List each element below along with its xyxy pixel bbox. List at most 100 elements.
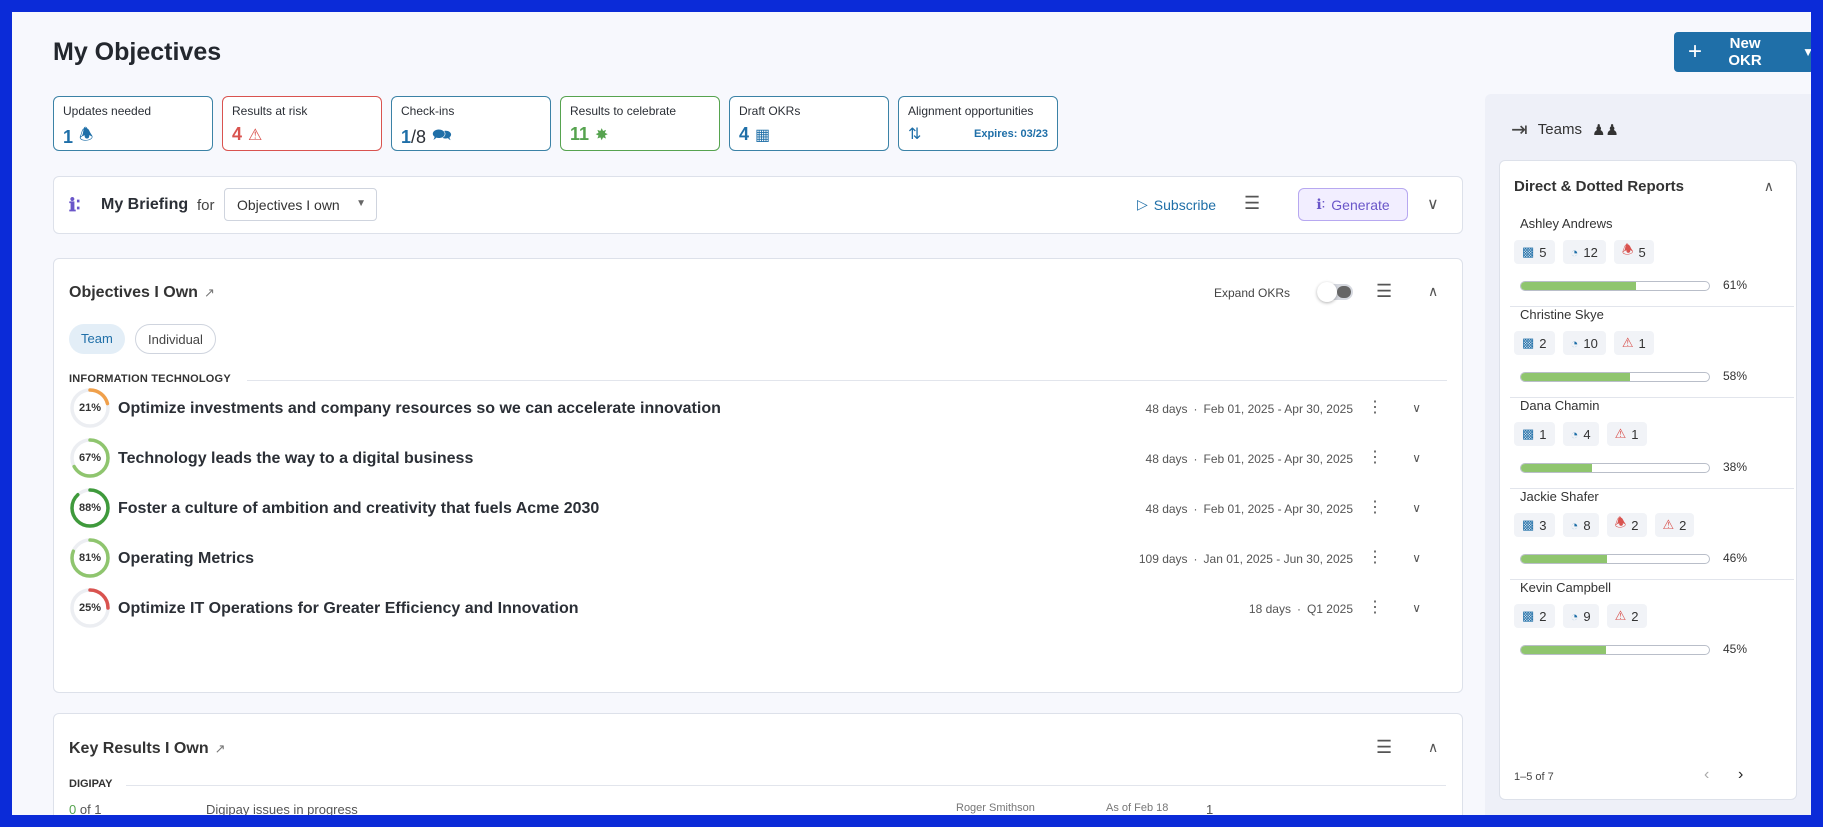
- date-range: Jan 01, 2025 - Jun 30, 2025: [1203, 552, 1353, 566]
- key-results-chip[interactable]: ◔ 12: [1562, 240, 1606, 264]
- settings-sliders-icon[interactable]: ☰: [1376, 281, 1392, 302]
- progress-bar: [1520, 281, 1710, 291]
- more-options-icon[interactable]: ⋮: [1367, 397, 1383, 417]
- external-link-icon[interactable]: ↗: [215, 741, 226, 757]
- chevron-up-icon[interactable]: ∧: [1764, 178, 1774, 195]
- report-person[interactable]: Ashley Andrews ▩ 5 ◔ 12 🕭 5 61%: [1510, 216, 1794, 307]
- objective-name[interactable]: Operating Metrics: [118, 550, 254, 568]
- person-name[interactable]: Jackie Shafer: [1520, 489, 1599, 504]
- separator-dot: ·: [1193, 452, 1198, 466]
- objectives-card: Objectives I Own ↗ Expand OKRs ☰ ∧ Team …: [53, 258, 1463, 693]
- objective-name[interactable]: Optimize IT Operations for Greater Effic…: [118, 600, 579, 618]
- objective-row[interactable]: 81% Operating Metrics 109 days · Jan 01, 202…: [69, 537, 1449, 581]
- report-person[interactable]: Kevin Campbell ▩ 2 ◔ 9 ⚠ 2 45%: [1514, 580, 1784, 671]
- objectives-chip[interactable]: ▩ 5: [1514, 240, 1555, 264]
- generate-label: Generate: [1331, 196, 1390, 213]
- group-label: DIGIPAY: [69, 778, 113, 790]
- kr-name[interactable]: Digipay issues in progress: [206, 802, 358, 815]
- stat-value: 1: [63, 127, 74, 147]
- person-name[interactable]: Christine Skye: [1520, 307, 1604, 322]
- progress-fill: [1521, 646, 1606, 654]
- chevron-down-icon[interactable]: ∨: [1427, 194, 1439, 214]
- chevron-up-icon[interactable]: ∧: [1428, 283, 1438, 300]
- teams-panel: ⇥ Teams ♟♟ Direct & Dotted Reports ∧ Ash…: [1485, 94, 1811, 815]
- pie-chart-icon: ◔: [1570, 517, 1579, 533]
- external-link-icon[interactable]: ↗: [204, 285, 215, 301]
- progress-bar: [1520, 554, 1710, 564]
- objective-row[interactable]: 67% Technology leads the way to a digital…: [69, 437, 1449, 481]
- stat-results-at-risk[interactable]: Results at risk 4 ⚠: [222, 96, 382, 151]
- objective-name[interactable]: Foster a culture of ambition and creativ…: [118, 500, 599, 518]
- chevron-left-icon[interactable]: ‹: [1704, 766, 1709, 784]
- objective-row[interactable]: 25% Optimize IT Operations for Greater Ef…: [69, 587, 1449, 631]
- report-person[interactable]: Jackie Shafer ▩ 3 ◔ 8 🕭 2 ⚠ 2 46%: [1510, 489, 1794, 580]
- collapse-panel-icon[interactable]: ⇥: [1511, 117, 1528, 142]
- objectives-count: 1: [1539, 426, 1547, 442]
- objective-row[interactable]: 21% Optimize investments and company reso…: [69, 387, 1449, 431]
- teams-header[interactable]: ⇥ Teams ♟♟: [1511, 117, 1619, 142]
- stat-results-to-celebrate[interactable]: Results to celebrate 11 ✸: [560, 96, 720, 151]
- teams-title: Teams: [1537, 121, 1582, 138]
- stat-draft-okrs[interactable]: Draft OKRs 4 ▦: [729, 96, 889, 151]
- stat-alignment-opportunities[interactable]: Alignment opportunities ⇅ Expires: 03/23: [898, 96, 1058, 151]
- risks-chip[interactable]: ⚠ 1: [1613, 331, 1654, 355]
- objective-row[interactable]: 88% Foster a culture of ambition and crea…: [69, 487, 1449, 531]
- tab-team[interactable]: Team: [69, 324, 125, 354]
- stat-updates-needed[interactable]: Updates needed 1 🕭: [53, 96, 213, 151]
- stat-check-ins[interactable]: Check-ins 1/8 🗪: [391, 96, 551, 151]
- objectives-chip[interactable]: ▩ 2: [1514, 604, 1555, 628]
- stat-value: 4: [232, 124, 243, 144]
- more-options-icon[interactable]: ⋮: [1367, 597, 1383, 617]
- chevron-down-icon[interactable]: ∨: [1412, 551, 1421, 565]
- progress-label: 81%: [78, 552, 102, 564]
- expand-okrs-toggle[interactable]: [1317, 282, 1353, 302]
- chevron-down-icon[interactable]: ∨: [1412, 451, 1421, 465]
- more-options-icon[interactable]: ⋮: [1367, 447, 1383, 467]
- objectives-chip[interactable]: ▩ 3: [1514, 513, 1555, 537]
- key-results-chip[interactable]: ◔ 9: [1562, 604, 1599, 628]
- key-results-chip[interactable]: ◔ 10: [1562, 331, 1606, 355]
- chevron-down-icon[interactable]: ▼: [1802, 45, 1811, 59]
- person-name[interactable]: Dana Chamin: [1520, 398, 1600, 413]
- chevron-down-icon[interactable]: ∨: [1412, 501, 1421, 515]
- risks-chip[interactable]: ⚠ 2: [1654, 513, 1695, 537]
- report-person[interactable]: Christine Skye ▩ 2 ◔ 10 ⚠ 1 58%: [1510, 307, 1794, 398]
- objectives-chip[interactable]: ▩ 1: [1514, 422, 1555, 446]
- key-results-chip[interactable]: ◔ 8: [1562, 513, 1599, 537]
- objective-name[interactable]: Optimize investments and company resourc…: [118, 400, 721, 418]
- chevron-down-icon[interactable]: ∨: [1412, 401, 1421, 415]
- progress-bar: [1520, 645, 1710, 655]
- risks-chip[interactable]: ⚠ 2: [1606, 604, 1647, 628]
- tab-individual[interactable]: Individual: [135, 324, 216, 354]
- progress-ring: 21%: [69, 387, 111, 429]
- separator-dot: ·: [1193, 552, 1198, 566]
- person-name[interactable]: Kevin Campbell: [1520, 580, 1611, 595]
- person-name[interactable]: Ashley Andrews: [1520, 216, 1613, 231]
- more-options-icon[interactable]: ⋮: [1367, 497, 1383, 517]
- settings-sliders-icon[interactable]: ☰: [1376, 737, 1392, 758]
- stat-total: /8: [411, 127, 427, 147]
- bar-chart-icon: ▩: [1522, 335, 1535, 350]
- settings-sliders-icon[interactable]: ☰: [1244, 193, 1260, 214]
- risks-chip[interactable]: ⚠ 1: [1606, 422, 1647, 446]
- new-okr-button[interactable]: + New OKR ▼: [1674, 32, 1811, 72]
- section-title[interactable]: Key Results I Own ↗: [69, 740, 226, 758]
- alerts-chip[interactable]: 🕭 2: [1606, 513, 1647, 537]
- days-left: 18 days: [1248, 602, 1291, 616]
- more-options-icon[interactable]: ⋮: [1367, 547, 1383, 567]
- generate-button[interactable]: ℹ∶ Generate: [1298, 188, 1408, 221]
- briefing-scope-select[interactable]: Objectives I own ▼: [224, 188, 377, 221]
- chevron-up-icon[interactable]: ∧: [1428, 739, 1438, 756]
- chevron-right-icon[interactable]: ›: [1738, 766, 1743, 784]
- days-left: 48 days: [1145, 402, 1188, 416]
- alerts-chip[interactable]: 🕭 5: [1613, 240, 1654, 264]
- objective-name[interactable]: Technology leads the way to a digital bu…: [118, 450, 473, 468]
- objectives-chip[interactable]: ▩ 2: [1514, 331, 1555, 355]
- risks-count: 2: [1631, 608, 1639, 624]
- key-results-chip[interactable]: ◔ 4: [1562, 422, 1599, 446]
- section-title[interactable]: Objectives I Own ↗: [69, 284, 215, 302]
- chevron-down-icon[interactable]: ∨: [1412, 601, 1421, 615]
- report-person[interactable]: Dana Chamin ▩ 1 ◔ 4 ⚠ 1 38%: [1510, 398, 1794, 489]
- subscribe-button[interactable]: ▷ Subscribe: [1137, 196, 1216, 213]
- stat-label: Check-ins: [401, 104, 455, 118]
